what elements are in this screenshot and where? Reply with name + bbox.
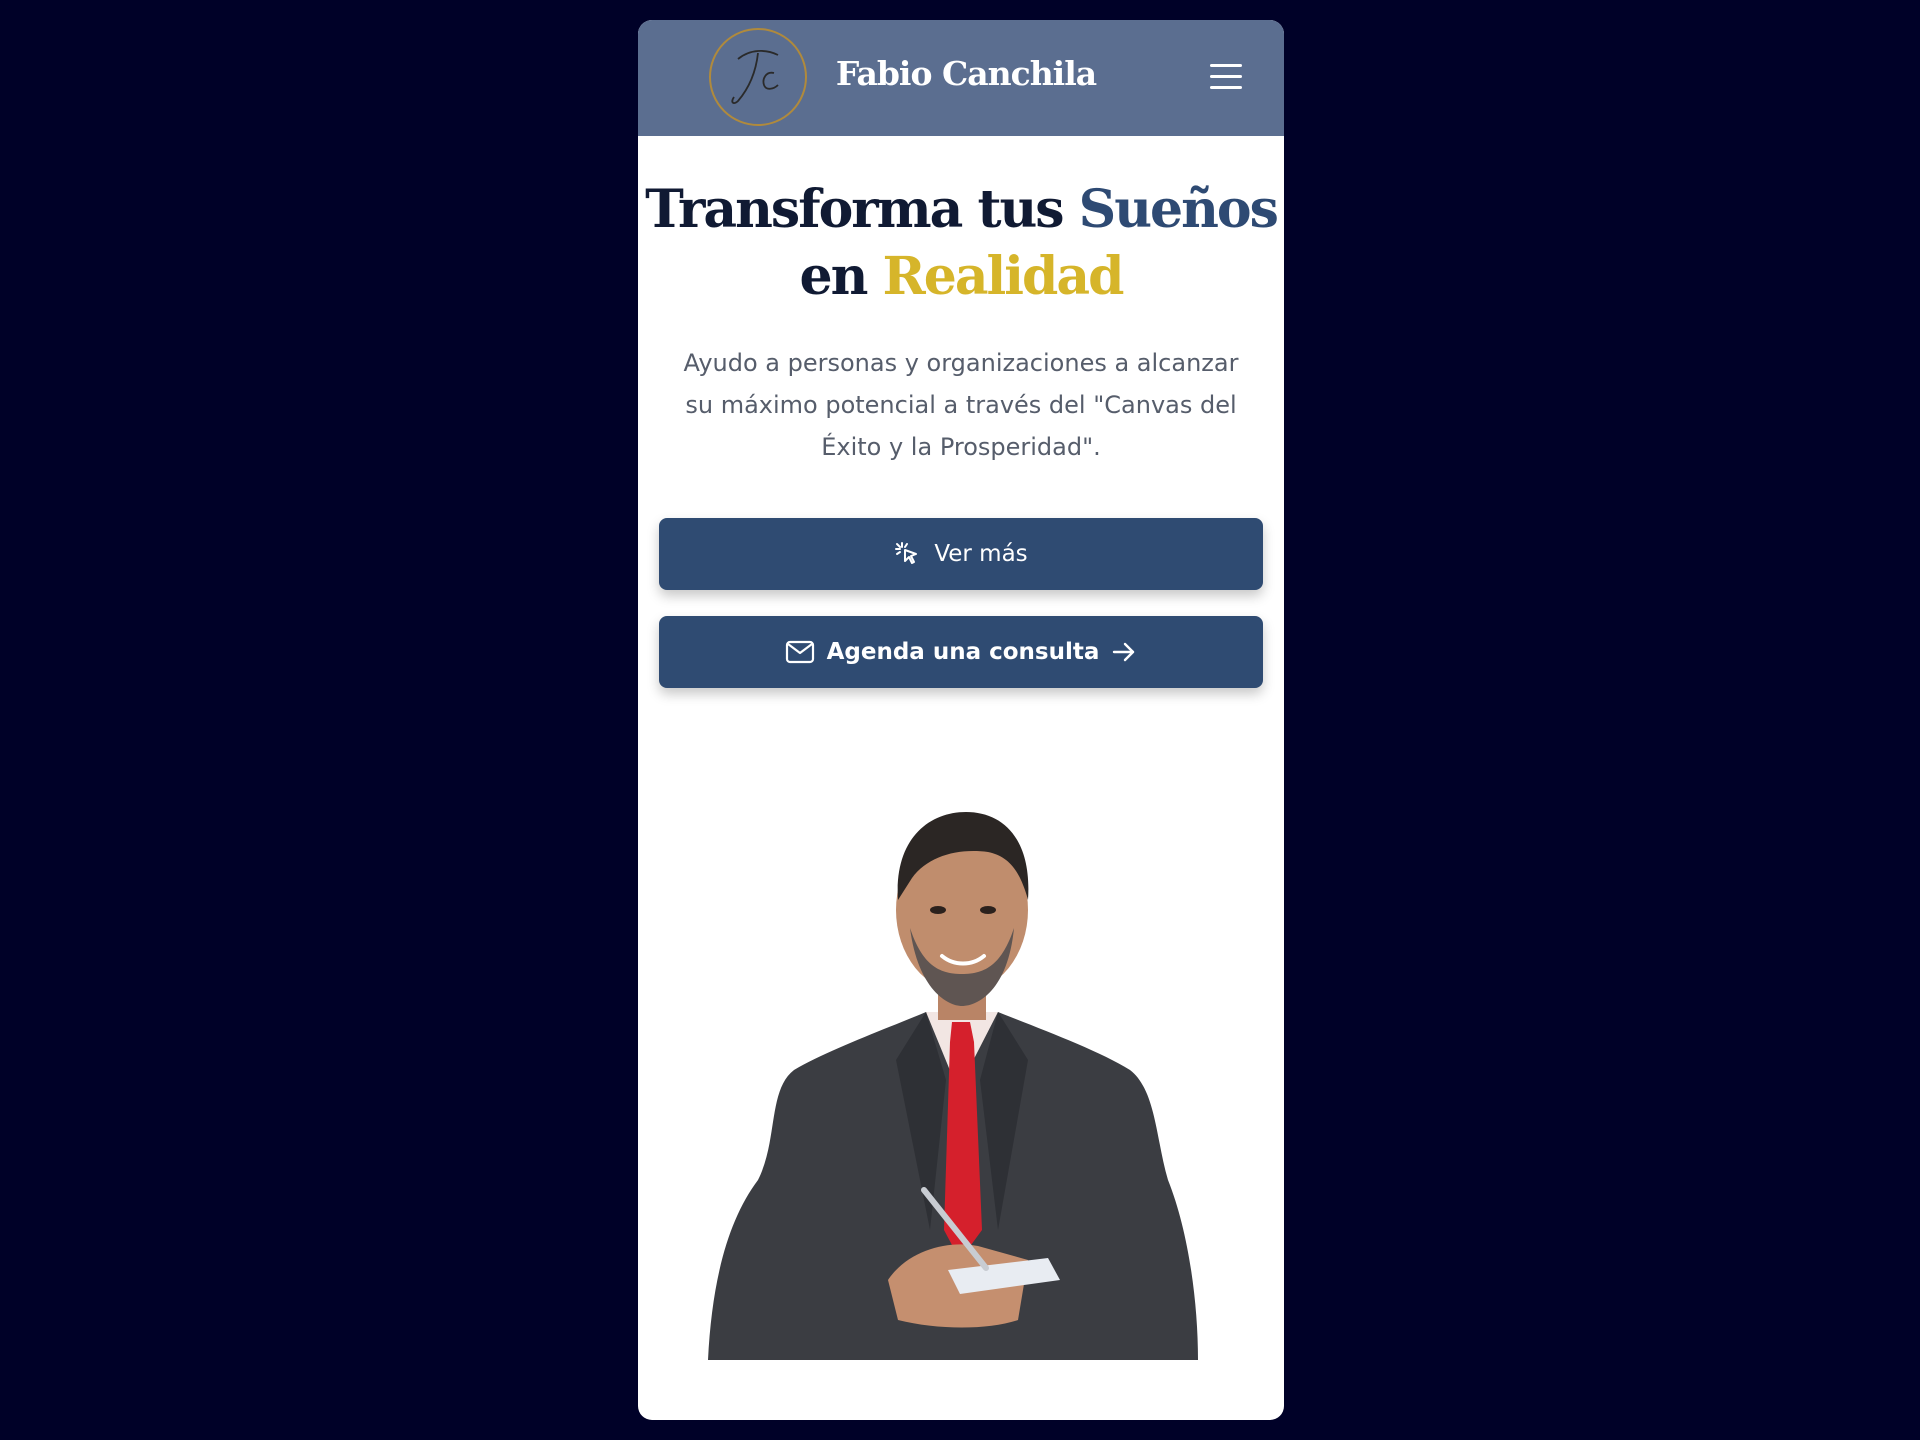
- agenda-consulta-button[interactable]: Agenda una consulta: [659, 616, 1263, 688]
- headline-highlight-blue: Sueños: [1078, 179, 1279, 240]
- mobile-page: Fabio Canchila Transforma tus Sueños en …: [638, 20, 1284, 1420]
- agenda-consulta-label: Agenda una consulta: [826, 639, 1100, 665]
- hero-description: Ayudo a personas y organizaciones a alca…: [683, 349, 1239, 461]
- mail-icon: [785, 640, 815, 664]
- ver-mas-label: Ver más: [934, 541, 1028, 567]
- ver-mas-button[interactable]: Ver más: [659, 518, 1263, 590]
- headline-text: Transforma tus: [645, 179, 1079, 240]
- logo-icon[interactable]: [708, 27, 808, 127]
- hero-headline: Transforma tus Sueños en Realidad: [638, 176, 1284, 310]
- headline-highlight-gold: Realidad: [882, 246, 1125, 307]
- brand-name[interactable]: Fabio Canchila: [808, 54, 1124, 93]
- pointer-click-icon: [894, 540, 922, 568]
- site-header: Fabio Canchila: [638, 20, 1284, 136]
- portrait-image: [708, 812, 1198, 1360]
- headline-text-2: en: [799, 246, 883, 307]
- hamburger-icon[interactable]: [1208, 60, 1244, 94]
- arrow-right-icon: [1111, 641, 1137, 663]
